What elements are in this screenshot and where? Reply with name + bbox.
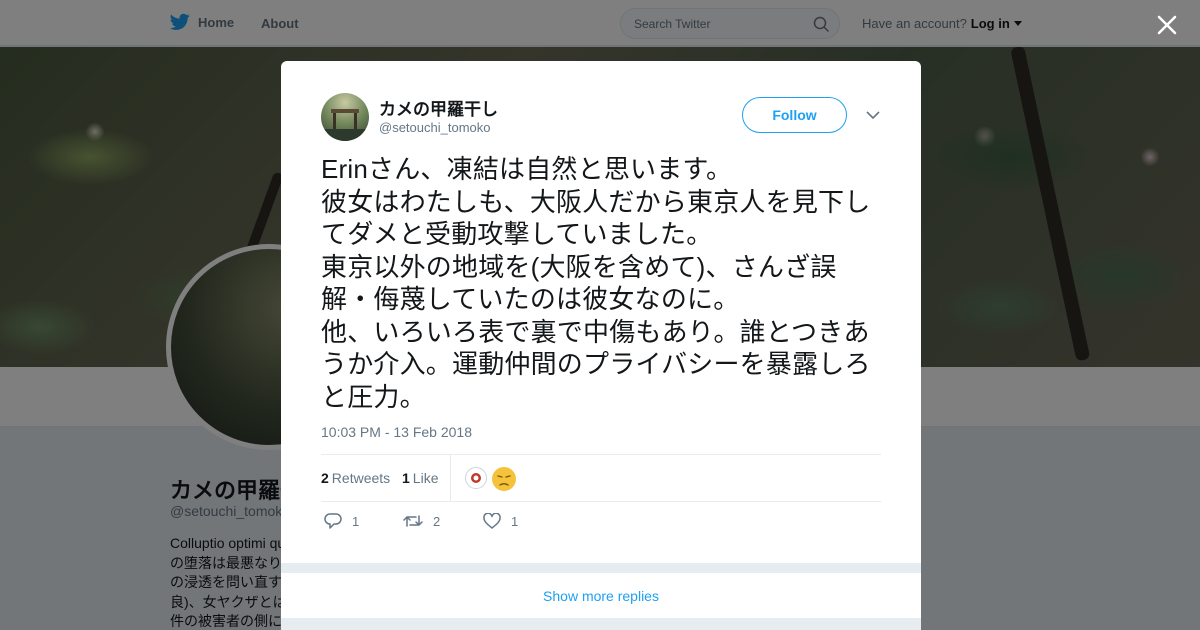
show-more-replies-link[interactable]: Show more replies	[281, 573, 921, 618]
tweet-modal: カメの甲羅干し @setouchi_tomoko Follow Erinさん、凍…	[281, 61, 921, 630]
likes-stat[interactable]: 1 Like	[402, 470, 438, 486]
tweet-author-avatar[interactable]	[321, 93, 369, 141]
likes-count: 1	[402, 470, 410, 486]
retweets-stat[interactable]: 2 Retweets	[321, 470, 390, 486]
tweet-timestamp[interactable]: 10:03 PM - 13 Feb 2018	[321, 424, 472, 440]
section-divider-bottom	[281, 618, 921, 630]
chevron-down-icon[interactable]	[865, 109, 881, 121]
follow-button[interactable]: Follow	[742, 97, 847, 133]
tweet-text: Erinさん、凍結は自然と思います。 彼女はわたしも、大阪人だから東京人を見下し…	[321, 154, 871, 412]
liker-avatar[interactable]	[465, 467, 487, 489]
tweet-actions: 1 2 1	[321, 511, 881, 535]
heart-icon	[483, 513, 501, 529]
like-count: 1	[511, 513, 519, 529]
reply-count: 1	[352, 513, 360, 529]
section-divider	[281, 563, 921, 573]
likes-label: Like	[412, 470, 439, 486]
close-icon[interactable]	[1155, 13, 1179, 37]
retweet-icon	[403, 515, 423, 527]
tweet-author-name[interactable]: カメの甲羅干し	[379, 95, 498, 120]
tweet-stats: 2 Retweets 1 Like	[321, 454, 881, 502]
like-button[interactable]: 1	[483, 513, 518, 529]
stats-divider	[450, 455, 451, 501]
retweets-label: Retweets	[331, 470, 391, 486]
retweets-count: 2	[321, 470, 329, 486]
retweet-button[interactable]: 2	[403, 513, 440, 529]
tweet-author-handle[interactable]: @setouchi_tomoko	[379, 120, 490, 135]
liker-avatar-emoji[interactable]	[491, 466, 517, 492]
reply-icon	[324, 513, 342, 529]
retweet-count: 2	[433, 513, 441, 529]
reply-button[interactable]: 1	[324, 513, 359, 529]
